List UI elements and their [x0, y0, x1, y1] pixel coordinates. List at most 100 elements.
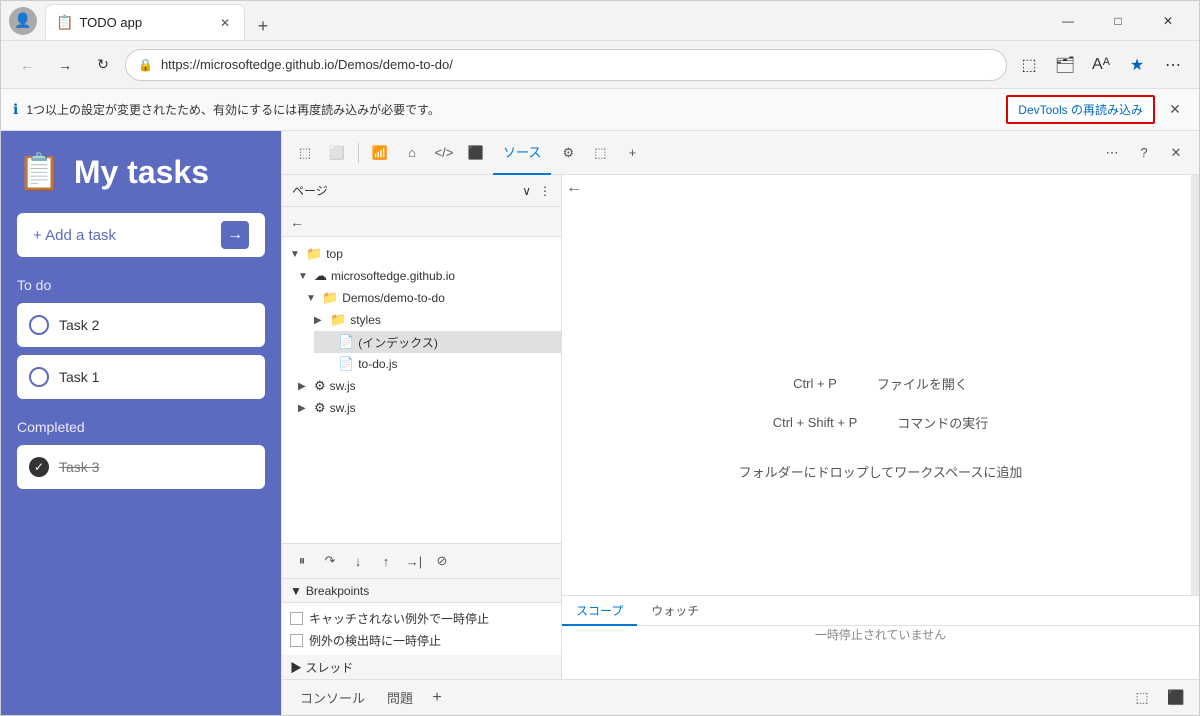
task-label-task1: Task 1 — [59, 369, 99, 385]
tab-close-button[interactable]: ✕ — [216, 14, 234, 32]
notification-close-button[interactable]: ✕ — [1163, 98, 1187, 122]
console-tab[interactable]: コンソール — [290, 680, 375, 716]
notification-message: 1つ以上の設定が変更されたため、有効にするには再度読み込みが必要です。 — [26, 101, 998, 118]
tree-item-demos[interactable]: ▼ 📁 Demos/demo-to-do — [298, 287, 561, 309]
task-item-task2[interactable]: Task 2 — [17, 303, 265, 347]
sources-left-header: ページ ∨ ⋮ — [282, 175, 561, 207]
tree-label-microsoftedge: microsoftedge.github.io — [331, 269, 455, 283]
scope-tab[interactable]: スコープ — [562, 596, 637, 626]
add-task-arrow-icon: → — [221, 221, 249, 249]
folder-icon-top: 📁 — [306, 246, 322, 262]
step-into-button[interactable]: ↓ — [346, 549, 370, 573]
tree-arrow-sw2: ▶ — [298, 403, 310, 414]
threads-label: ▶ スレッド — [290, 659, 353, 676]
breakpoint-checkbox-1[interactable] — [290, 612, 303, 625]
tree-label-index: (インデックス) — [358, 334, 438, 351]
profile-icon[interactable]: 👤 — [9, 7, 37, 35]
device-emulation-button[interactable]: ⬜ — [322, 138, 352, 168]
home-icon[interactable]: ⌂ — [397, 138, 427, 168]
tree-label-sw1: sw.js — [330, 379, 356, 393]
split-screen-icon[interactable]: ⬚ — [1013, 49, 1045, 81]
scope-watch-tabs: スコープ ウォッチ — [562, 596, 1199, 626]
url-bar[interactable]: 🔒 https://microsoftedge.github.io/Demos/… — [125, 49, 1007, 81]
tab-sources[interactable]: ソース — [493, 131, 551, 175]
debug-toolbar: ⏸ ↷ ↓ ↑ →| ⊘ — [282, 543, 561, 579]
step-out-button[interactable]: ↑ — [374, 549, 398, 573]
back-button[interactable]: ← — [11, 49, 43, 81]
tree-item-index[interactable]: 📄 (インデックス) — [314, 331, 561, 353]
forward-button[interactable]: → — [49, 49, 81, 81]
step-next-button[interactable]: →| — [402, 549, 426, 573]
undock-button[interactable]: ⬛ — [1161, 683, 1191, 713]
refresh-button[interactable]: ↻ — [87, 49, 119, 81]
sources-left-panel: ページ ∨ ⋮ ← ▼ 📁 top — [282, 175, 562, 679]
add-task-label: + Add a task — [33, 227, 116, 244]
customize-devtools-button[interactable]: ⋯ — [1097, 138, 1127, 168]
tree-item-styles[interactable]: ▶ 📁 styles — [306, 309, 561, 331]
task-check-task3: ✓ — [29, 457, 49, 477]
sources-header-more-icon[interactable]: ⋮ — [539, 184, 551, 198]
tree-item-todo-js[interactable]: 📄 to-do.js — [314, 353, 561, 375]
close-button[interactable]: ✕ — [1145, 6, 1191, 36]
editor-back-button[interactable]: ← — [566, 179, 582, 196]
step-over-button[interactable]: ↷ — [318, 549, 342, 573]
tree-label-top: top — [326, 247, 343, 261]
center-scrollbar[interactable] — [1191, 175, 1199, 643]
devtools-body: ページ ∨ ⋮ ← ▼ 📁 top — [282, 175, 1199, 679]
tree-item-top[interactable]: ▼ 📁 top — [282, 243, 561, 265]
browser-toolbar-icons: ⬚ 🗂 Aᴬ ★ ⋯ — [1013, 49, 1189, 81]
main-content: 📋 My tasks + Add a task → To do Task 2 T… — [1, 131, 1199, 715]
devtools-help-button[interactable]: ? — [1129, 138, 1159, 168]
breakpoints-items: キャッチされない例外で一時停止 例外の検出時に一時停止 — [282, 603, 561, 655]
todo-section-label: To do — [17, 277, 265, 293]
breakpoint-checkbox-2[interactable] — [290, 634, 303, 647]
scope-watch-area: スコープ ウォッチ 一時停止されていません — [562, 595, 1199, 643]
tree-item-sw2[interactable]: ▶ ⚙ sw.js — [290, 397, 561, 419]
collections-icon[interactable]: 🗂 — [1049, 49, 1081, 81]
devtools-reload-button[interactable]: DevTools の再読み込み — [1006, 95, 1155, 124]
tab-sources-label: ソース — [503, 142, 541, 161]
shortcut-row-2: Ctrl + Shift + P コマンドの実行 — [773, 413, 989, 432]
pause-button[interactable]: ⏸ — [290, 549, 314, 573]
problems-tab[interactable]: 問題 — [377, 680, 423, 716]
snippet-icon[interactable]: ⬛ — [461, 138, 491, 168]
more-tools-icon[interactable]: + — [617, 138, 647, 168]
sources-back-button[interactable]: ← — [290, 214, 304, 230]
sources-header-collapse-icon[interactable]: ∨ — [522, 184, 531, 198]
close-devtools-button[interactable]: ✕ — [1161, 138, 1191, 168]
watch-tab[interactable]: ウォッチ — [637, 596, 713, 626]
wifi-icon[interactable]: 📶 — [365, 138, 395, 168]
todo-app-title: My tasks — [74, 154, 209, 191]
deactivate-breakpoints-button[interactable]: ⊘ — [430, 549, 454, 573]
tree-item-sw1[interactable]: ▶ ⚙ sw.js — [290, 375, 561, 397]
code-icon[interactable]: </> — [429, 138, 459, 168]
cloud-icon: ☁ — [314, 268, 327, 284]
task-label-task2: Task 2 — [59, 317, 99, 333]
minimize-button[interactable]: — — [1045, 6, 1091, 36]
add-console-tab-button[interactable]: + — [425, 686, 449, 710]
sources-tab-icon[interactable]: ⚙ — [553, 138, 583, 168]
tree-item-microsoftedge[interactable]: ▼ ☁ microsoftedge.github.io — [290, 265, 561, 287]
add-task-button[interactable]: + Add a task → — [17, 213, 265, 257]
breakpoints-title: Breakpoints — [306, 584, 369, 598]
shortcut-row-1: Ctrl + P ファイルを開く — [793, 374, 968, 393]
favorites-icon[interactable]: ★ — [1121, 49, 1153, 81]
read-aloud-icon[interactable]: Aᴬ — [1085, 49, 1117, 81]
breakpoints-header[interactable]: ▼ Breakpoints — [282, 579, 561, 603]
todo-app-panel: 📋 My tasks + Add a task → To do Task 2 T… — [1, 131, 281, 715]
tree-label-styles: styles — [350, 313, 381, 327]
dock-side-button[interactable]: ⬚ — [1127, 683, 1157, 713]
new-tab-button[interactable]: + — [249, 12, 277, 40]
task-item-task3[interactable]: ✓ Task 3 — [17, 445, 265, 489]
folder-icon-demos: 📁 — [322, 290, 338, 306]
devtools-panel: ⬚ ⬜ 📶 ⌂ </> ⬛ ソース ⚙ ⬚ + ⋯ ? ✕ — [281, 131, 1199, 715]
memory-icon[interactable]: ⬚ — [585, 138, 615, 168]
browser-tab[interactable]: 📋 TODO app ✕ — [45, 4, 245, 40]
maximize-button[interactable]: □ — [1095, 6, 1141, 36]
title-bar: 👤 📋 TODO app ✕ + — □ ✕ — [1, 1, 1199, 41]
task-item-task1[interactable]: Task 1 — [17, 355, 265, 399]
todo-header: 📋 My tasks — [17, 151, 265, 193]
threads-header[interactable]: ▶ スレッド — [282, 655, 561, 679]
more-menu-icon[interactable]: ⋯ — [1157, 49, 1189, 81]
inspect-element-button[interactable]: ⬚ — [290, 138, 320, 168]
